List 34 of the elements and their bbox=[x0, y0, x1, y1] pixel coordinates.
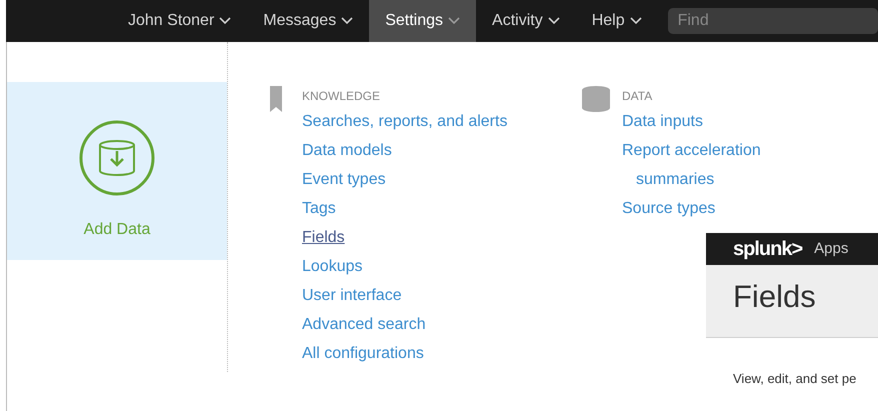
section-heading: KNOWLEDGE bbox=[302, 88, 382, 105]
chevron-down-icon bbox=[219, 17, 232, 25]
splunk-logo: splunk> bbox=[733, 237, 802, 262]
chevron-down-icon bbox=[548, 17, 560, 25]
add-data-icon bbox=[79, 120, 155, 196]
page-title: Fields bbox=[733, 279, 816, 314]
add-data-tile[interactable]: Add Data bbox=[7, 82, 227, 260]
settings-link[interactable]: All configurations bbox=[302, 339, 552, 368]
apps-menu[interactable]: Apps bbox=[814, 238, 848, 260]
settings-link[interactable]: Data inputs bbox=[622, 107, 792, 136]
chevron-down-icon bbox=[341, 17, 354, 25]
menu-item[interactable]: John Stoner bbox=[112, 0, 248, 42]
database-icon bbox=[582, 86, 610, 112]
section-heading: DATA bbox=[622, 88, 654, 105]
settings-link[interactable]: Source types bbox=[622, 194, 792, 223]
add-data-label: Add Data bbox=[84, 220, 150, 240]
settings-link[interactable]: Data models bbox=[302, 136, 552, 165]
settings-link[interactable]: User interface bbox=[302, 281, 552, 310]
settings-link[interactable]: Fields bbox=[302, 223, 552, 252]
settings-link[interactable]: Tags bbox=[302, 194, 552, 223]
settings-link[interactable]: Report acceleration summaries bbox=[622, 136, 792, 194]
settings-link[interactable]: Advanced search bbox=[302, 310, 552, 339]
menu-item[interactable]: Help bbox=[576, 0, 658, 42]
page-description: View, edit, and set pe bbox=[733, 371, 856, 386]
bookmark-icon bbox=[270, 86, 282, 112]
settings-link[interactable]: Lookups bbox=[302, 252, 552, 281]
settings-link[interactable]: Event types bbox=[302, 165, 552, 194]
menu-item[interactable]: Activity bbox=[476, 0, 576, 42]
menu-item[interactable]: Settings bbox=[369, 0, 476, 42]
menu-item[interactable]: Messages bbox=[247, 0, 370, 42]
chevron-down-icon bbox=[448, 17, 460, 25]
search-field[interactable]: Find bbox=[668, 8, 878, 34]
chevron-down-icon bbox=[630, 17, 642, 25]
settings-link[interactable]: Searches, reports, and alerts bbox=[302, 107, 552, 136]
